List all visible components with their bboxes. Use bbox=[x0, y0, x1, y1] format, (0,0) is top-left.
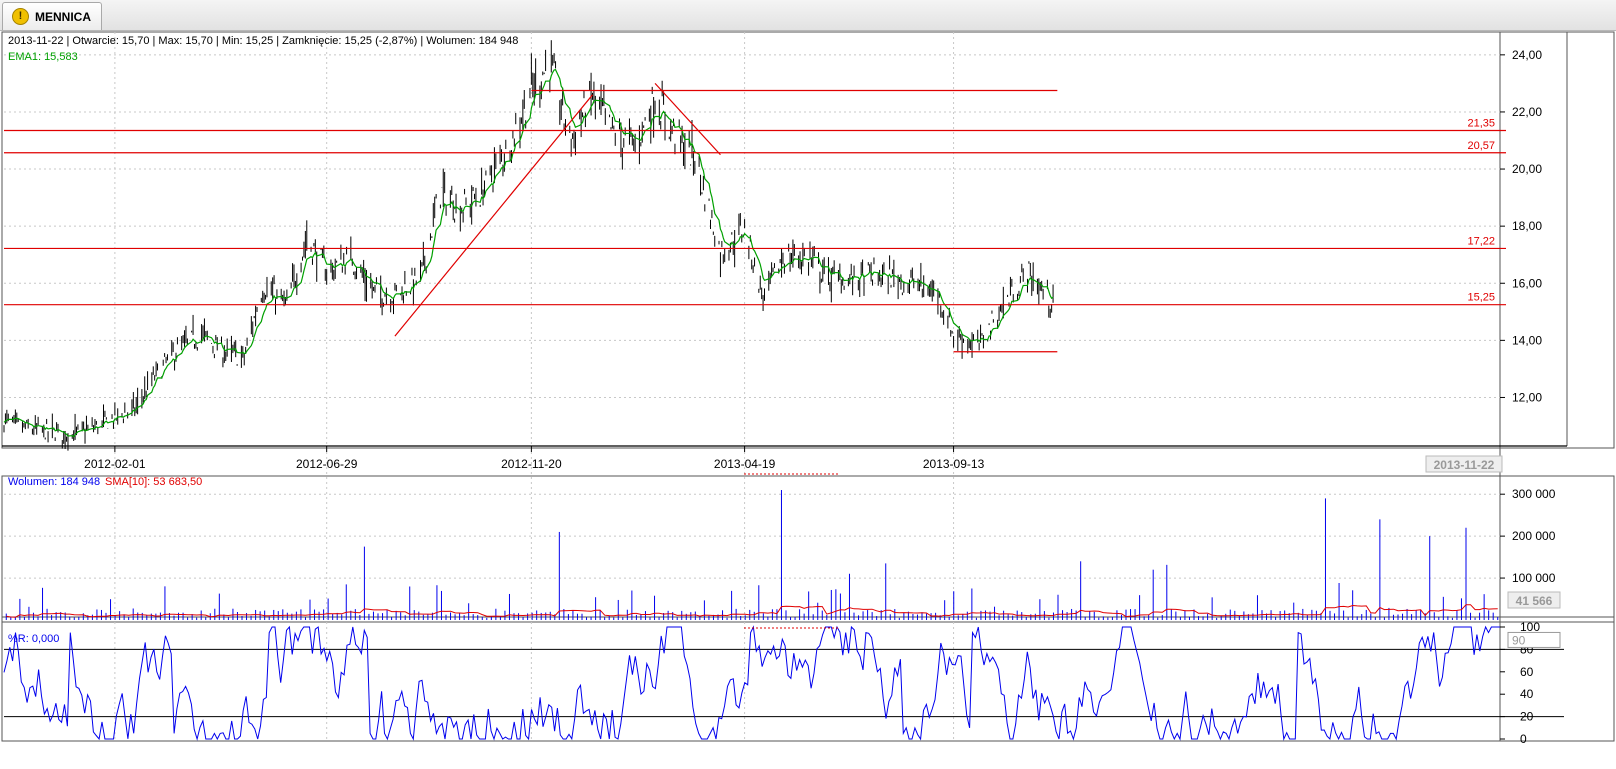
y-tick-label: 24,00 bbox=[1512, 48, 1542, 62]
y-tick-label: 18,00 bbox=[1512, 219, 1542, 233]
y-tick-label: 200 000 bbox=[1512, 529, 1556, 543]
y-tick-label: 100 000 bbox=[1512, 571, 1556, 585]
y-tick-label: 0 bbox=[1520, 732, 1527, 746]
tab-bar: ! MENNICA bbox=[0, 0, 1616, 31]
y-tick-label: 60 bbox=[1520, 665, 1534, 679]
price-info-line: 2013-11-22 | Otwarcie: 15,70 | Max: 15,7… bbox=[8, 35, 518, 47]
x-tick-label: 2012-06-29 bbox=[296, 457, 358, 471]
wr-info: %R: 0,000 bbox=[8, 633, 59, 645]
y-tick-label: 20 bbox=[1520, 710, 1534, 724]
x-tick-label: 2012-02-01 bbox=[84, 457, 146, 471]
y-tick-label: 12,00 bbox=[1512, 390, 1542, 404]
wr-line bbox=[3, 625, 1500, 741]
level-label: 17,22 bbox=[1467, 235, 1495, 247]
level-label: 15,25 bbox=[1467, 292, 1495, 304]
ema-line bbox=[3, 68, 1054, 438]
x-tick-label: 2012-11-20 bbox=[501, 457, 562, 471]
sma-info: SMA[10]: 53 683,50 bbox=[105, 476, 202, 488]
y-tick-label: 20,00 bbox=[1512, 162, 1542, 176]
y-tick-label: 300 000 bbox=[1512, 487, 1556, 501]
x-tick-label: 2013-04-19 bbox=[714, 457, 776, 471]
x-tick-label: 2013-09-13 bbox=[923, 457, 985, 471]
y-tick-label: 40 bbox=[1520, 687, 1534, 701]
sma-line bbox=[6, 604, 1498, 618]
level-label: 21,35 bbox=[1467, 118, 1495, 130]
y-tick-label: 16,00 bbox=[1512, 276, 1542, 290]
tab-title: MENNICA bbox=[35, 9, 91, 24]
y-tick-label: 22,00 bbox=[1512, 105, 1542, 119]
last-date-label: 2013-11-22 bbox=[1434, 458, 1495, 472]
stock-chart[interactable]: 21,35 20,57 17,22 15,25 2012-02-01 2012-06-2… bbox=[0, 30, 1616, 769]
panel-frame bbox=[1, 475, 1615, 623]
y-tick-label: 14,00 bbox=[1512, 333, 1542, 347]
warning-icon: ! bbox=[12, 8, 29, 25]
panel-frame bbox=[1, 31, 1615, 449]
volume-last-label: 41 566 bbox=[1516, 594, 1553, 608]
level-label: 20,57 bbox=[1467, 140, 1495, 152]
tab-mennica[interactable]: ! MENNICA bbox=[2, 2, 102, 30]
volume-info: Wolumen: 184 948 bbox=[8, 476, 100, 488]
wr-level-label: 90 bbox=[1512, 633, 1526, 647]
y-tick-label: 100 bbox=[1520, 620, 1540, 634]
ema-info: EMA1: 15,583 bbox=[8, 51, 78, 63]
